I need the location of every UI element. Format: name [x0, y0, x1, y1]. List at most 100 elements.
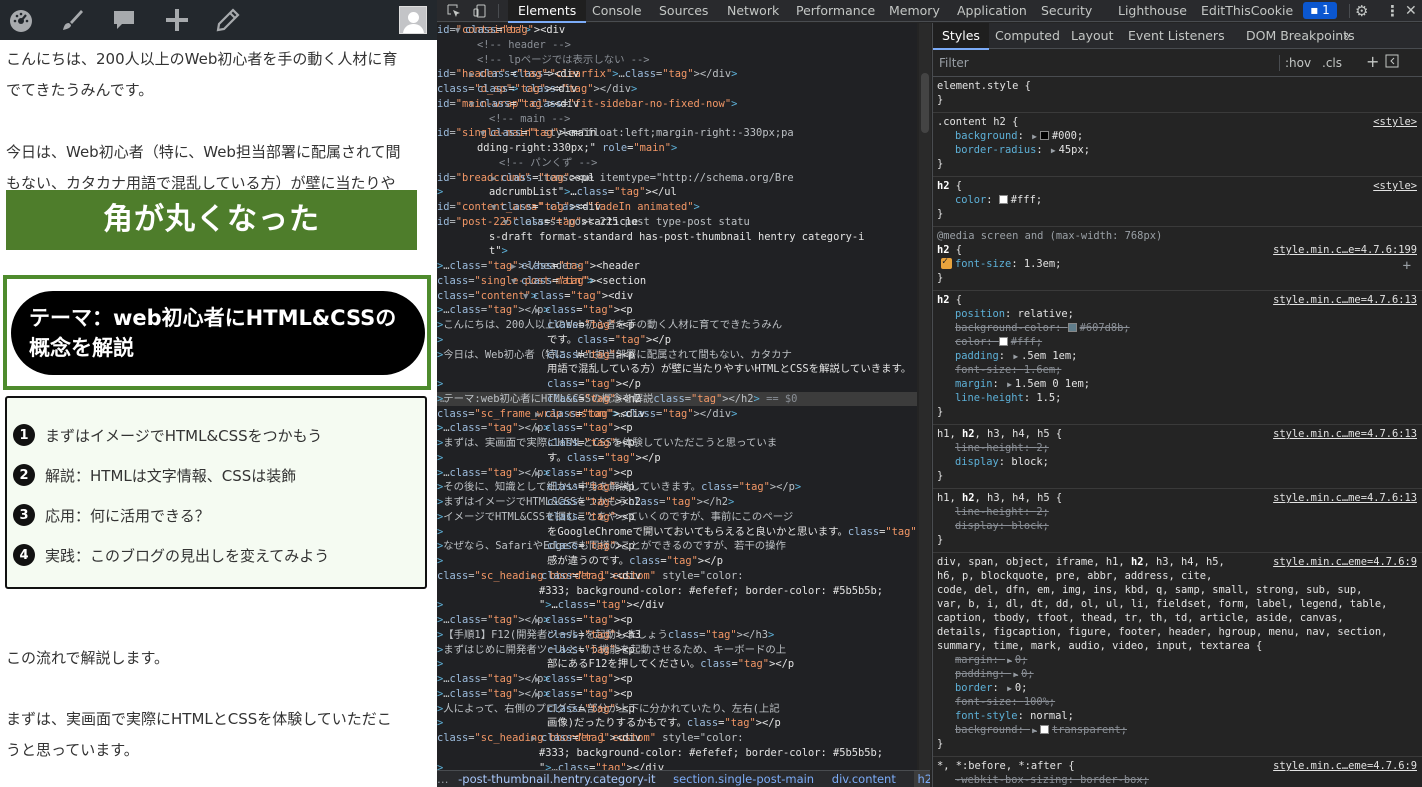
dom-node[interactable]: す。class="tag"></p >: [437, 451, 917, 465]
dom-node[interactable]: 感が違うのです。class="tag"></p >: [437, 554, 917, 568]
tab-memory[interactable]: Memory: [889, 0, 940, 22]
device-toolbar-icon[interactable]: [473, 0, 487, 22]
property-value: 2;: [1036, 442, 1049, 454]
dom-node[interactable]: class="tag"><p >人によって、右側のプログラム部分が上下に分かれてい…: [437, 702, 917, 716]
style-rule[interactable]: h2 {style.min.c…me=4.7.6:13 position: rel…: [933, 293, 1422, 425]
dom-node[interactable]: ▼ class="tag"><section class="single-post…: [437, 274, 917, 288]
new-content-plus-icon[interactable]: [164, 7, 190, 33]
comments-icon[interactable]: [111, 7, 137, 33]
dom-node[interactable]: ▶ class="tag"><div class="sc_frame_wrap c…: [437, 407, 917, 421]
dom-node[interactable]: ▶ class="tag"><p >…class="tag"></p>: [437, 687, 917, 701]
style-rule[interactable]: h1, h2, h3, h4, h5 {style.min.c…me=4.7.6…: [933, 491, 1422, 553]
dashboard-icon[interactable]: [8, 7, 34, 33]
issues-badge[interactable]: ▪ 1: [1303, 2, 1337, 19]
dom-node[interactable]: ▶ class="tag"><p >…class="tag"></p>: [437, 613, 917, 627]
color-swatch: [998, 337, 1008, 346]
elements-dom-tree[interactable]: ▼ class="tag"><div id="container"> <!-- he…: [437, 23, 917, 770]
tab-performance[interactable]: Performance: [796, 0, 875, 22]
tab-computed[interactable]: Computed: [995, 23, 1060, 49]
dom-node[interactable]: class="tag"><h2 >まずはイメージでHTML&CSSをつかもうcla…: [437, 495, 917, 509]
toc-item[interactable]: 3 応用：何に活用できる？: [13, 503, 210, 527]
style-rule[interactable]: element.style {}: [933, 79, 1422, 113]
new-style-rule-plus-icon[interactable]: +: [1366, 52, 1379, 71]
close-devtools-icon[interactable]: ✕: [1405, 0, 1417, 22]
tab-sources[interactable]: Sources: [659, 0, 708, 22]
style-rule[interactable]: h1, h2, h3, h4, h5 {style.min.c…me=4.7.6…: [933, 427, 1422, 489]
dom-node[interactable]: ▶ class="tag"><p >…class="tag"></p>: [437, 303, 917, 317]
breadcrumb-item[interactable]: section.single-post-main: [673, 771, 814, 787]
dom-node[interactable]: ▼ class="tag"><div id="content_area" clas…: [437, 200, 917, 214]
tab-editthiscookie[interactable]: EditThisCookie: [1201, 0, 1293, 22]
tab-application[interactable]: Application: [957, 0, 1027, 22]
hover-state-toggle[interactable]: :hov: [1285, 56, 1311, 70]
dom-node[interactable]: 画像)だったりするかもです。class="tag"></p >: [437, 716, 917, 730]
dom-node[interactable]: class="tag"><p >こんにちは、200人以上のWeb初心者を手の動く人…: [437, 318, 917, 332]
dom-node[interactable]: class="tag"></p >: [437, 377, 917, 391]
tab-security[interactable]: Security: [1041, 0, 1092, 22]
toc-item[interactable]: 4 実践：このブログの見出しを変えてみよう: [13, 543, 329, 567]
user-avatar[interactable]: [399, 6, 427, 34]
class-toggle[interactable]: .cls: [1322, 56, 1342, 70]
dom-node[interactable]: class="tag"><div class="d_sp"> class="ta…: [437, 82, 917, 96]
dom-node[interactable]: ▶ class="tag"><ul id="breadcrumb" itemsco…: [437, 171, 917, 185]
dom-node[interactable]: class="tag"><p >今日は、Web初心者（特に、Web担当部署に配属さ…: [437, 348, 917, 362]
tab-elements[interactable]: Elements: [508, 0, 587, 23]
dom-node[interactable]: ">…class="tag"></div >: [437, 761, 917, 771]
style-rule[interactable]: .content h2 {<style> background: ▶ #000; bo…: [933, 115, 1422, 177]
tab-layout[interactable]: Layout: [1071, 23, 1114, 49]
more-tabs-chevron-icon[interactable]: »: [1343, 23, 1351, 49]
rule-source-link: <style>: [1373, 116, 1417, 128]
dom-node[interactable]: ▼ class="tag"><main id="single-main" styl…: [437, 126, 917, 140]
inspect-element-icon[interactable]: [447, 0, 461, 22]
tab-console[interactable]: Console: [592, 0, 642, 22]
dom-node[interactable]: class="tag"><h3 >【手順1】F12(開発者ツール)を起動しましょう…: [437, 628, 917, 642]
dom-node[interactable]: class="tag"><p >まずはじめに開発者ツールという機能を起動させるため…: [437, 643, 917, 657]
dom-node[interactable]: ▶ class="tag"><p >…class="tag"></p>: [437, 672, 917, 686]
dom-node[interactable]: adcrumbList">…class="tag"></ul >: [437, 185, 917, 199]
dom-node[interactable]: class="tag"><p >イメージでHTML&CSSを掴むことをやっていくの…: [437, 510, 917, 524]
dom-node[interactable]: ▶ class="tag"><div id="header" class="cle…: [437, 67, 917, 81]
edit-pencil-icon[interactable]: [215, 7, 241, 33]
style-rules-list[interactable]: element.style {} .content h2 {<style> back…: [933, 77, 1422, 787]
style-rule[interactable]: div, span, object, iframe, h1, h2, h3, h…: [933, 555, 1422, 757]
dom-node[interactable]: 部にあるF12を押してください。class="tag"></p >: [437, 657, 917, 671]
dom-node[interactable]: ▼ class="tag"><div class="content">: [437, 289, 917, 303]
dom-node[interactable]: ▼ class="tag"><div id="main-wrap" class="…: [437, 97, 917, 111]
computed-sidebar-toggle-icon[interactable]: [1385, 54, 1399, 71]
styles-filter-input[interactable]: Filter: [939, 56, 969, 70]
dom-node[interactable]: ▼ class="tag"><article id="post-225" clas…: [437, 215, 917, 229]
dom-node[interactable]: ▶ class="tag"><div class="sc_heading bbor…: [437, 569, 917, 583]
dom-node[interactable]: class="tag"><p >まずは、実画面で実際にHTMLとCSSを体験してい…: [437, 436, 917, 450]
dom-node[interactable]: ▶ class="tag"><header >…class="tag"></head…: [437, 259, 917, 273]
settings-gear-icon[interactable]: ⚙: [1355, 0, 1368, 22]
tab-event-listeners[interactable]: Event Listeners: [1128, 23, 1225, 49]
breadcrumb-item-selected[interactable]: h2: [913, 771, 930, 787]
tab-styles[interactable]: Styles: [933, 23, 989, 50]
dom-node[interactable]: ▶ class="tag"><p >…class="tag"></p>: [437, 421, 917, 435]
toc-item[interactable]: 1 まずはイメージでHTML&CSSをつかもう: [13, 423, 322, 447]
toc-item[interactable]: 2 解説：HTMLは文字情報、CSSは装飾: [13, 463, 296, 487]
tab-lighthouse[interactable]: Lighthouse: [1118, 0, 1187, 22]
dom-node[interactable]: をGoogleChromeで開いておいてもらえると良いかと思います。class=…: [437, 525, 917, 539]
style-rule[interactable]: @media screen and (max-width: 768px) h2 {…: [933, 229, 1422, 291]
dom-node[interactable]: ▼ class="tag"><div id="container">: [437, 23, 917, 37]
more-options-kebab-icon[interactable]: ⋮: [1385, 0, 1400, 22]
tab-dom-breakpoints[interactable]: DOM Breakpoints: [1246, 23, 1355, 49]
style-rule[interactable]: h2 {<style> color: #fff;}: [933, 179, 1422, 227]
dom-node-selected[interactable]: … class="tag"><h2 >テーマ:web初心者にHTML&CSSの概念を…: [437, 391, 917, 407]
breadcrumb-scroll-left-icon[interactable]: …: [437, 771, 449, 787]
dom-node[interactable]: ▶ class="tag"><p >…class="tag"></p>: [437, 466, 917, 480]
scrollbar-thumb[interactable]: [921, 73, 929, 133]
dom-node[interactable]: です。class="tag"></p >: [437, 333, 917, 347]
breadcrumb-item[interactable]: div.content: [832, 771, 896, 787]
dom-node[interactable]: class="tag"><p >その後に、知識として細かい中身を解説していきます。…: [437, 480, 917, 494]
dom-node[interactable]: class="tag"><p >なぜなら、SafariやEdgeでも同様のことがで…: [437, 539, 917, 553]
tab-network[interactable]: Network: [727, 0, 779, 22]
breadcrumb-item[interactable]: -post-thumbnail.hentry.category-it: [458, 771, 655, 787]
style-rule[interactable]: *, *:before, *:after {style.min.c…eme=4.…: [933, 759, 1422, 787]
dom-node[interactable]: ">…class="tag"></div >: [437, 598, 917, 612]
customize-brush-icon[interactable]: [59, 7, 85, 33]
dom-node[interactable]: ▶ class="tag"><div class="sc_heading bbor…: [437, 731, 917, 745]
elements-scrollbar[interactable]: [919, 23, 931, 770]
theme-heading[interactable]: テーマ：web初心者にHTML&CSSの概念を解説: [11, 291, 425, 375]
